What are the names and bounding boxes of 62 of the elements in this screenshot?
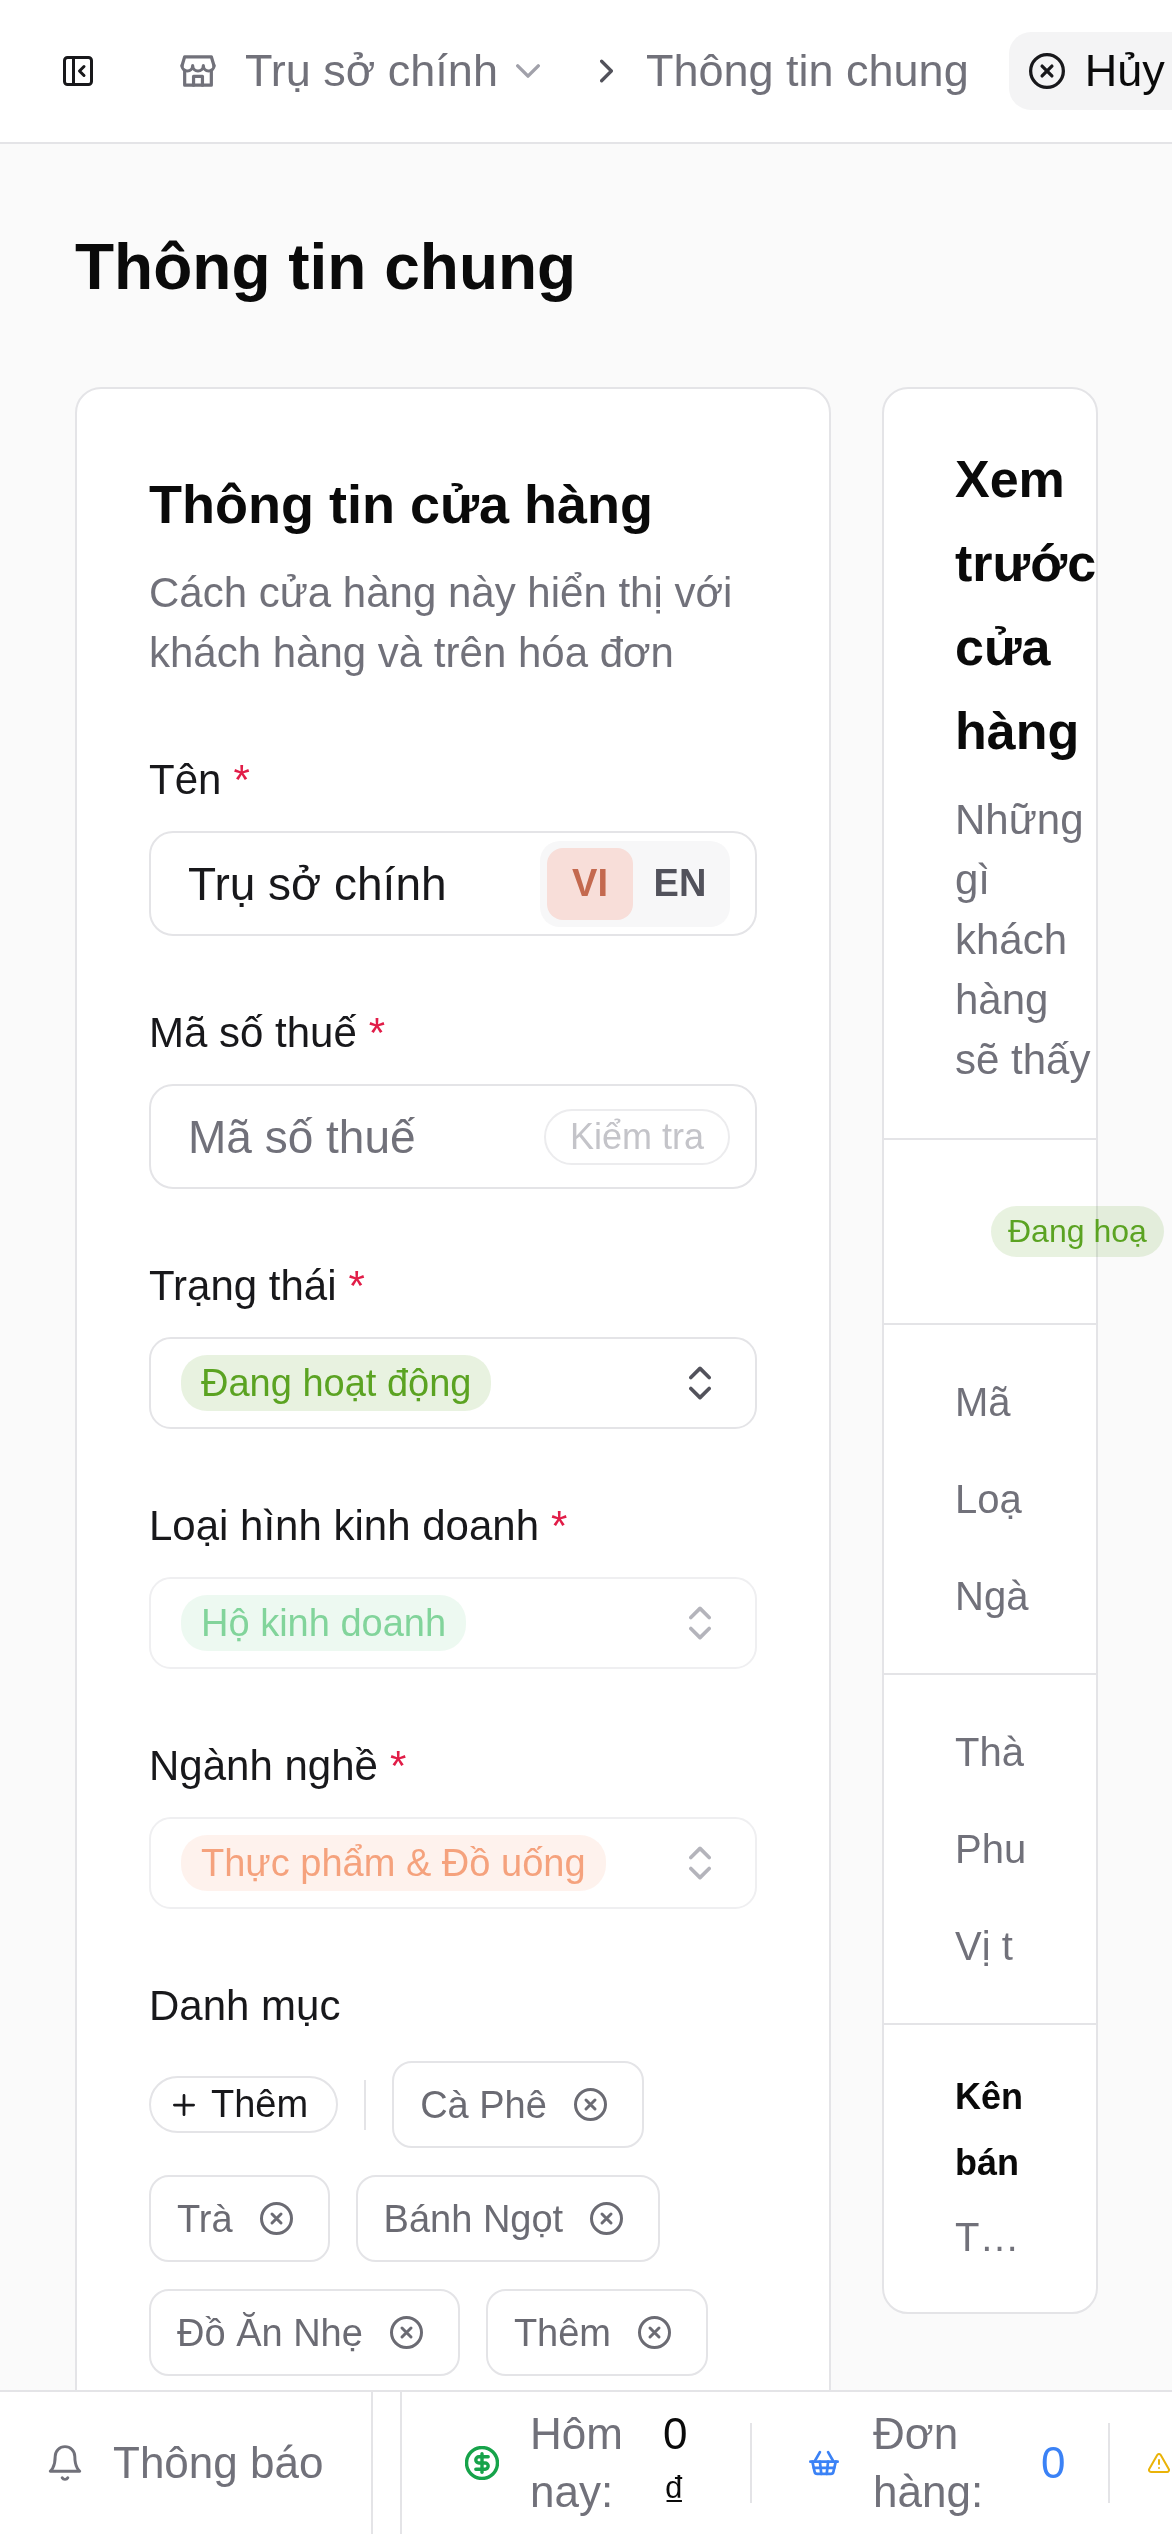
detail-label: Mã bbox=[955, 1379, 1011, 1426]
close-circle-icon[interactable] bbox=[389, 2316, 423, 2349]
field-label: Trạng thái bbox=[149, 1261, 337, 1311]
value-tag: Thực phẩm & Đồ uống bbox=[181, 1835, 606, 1891]
field-label: Loại hình kinh doanh bbox=[149, 1501, 539, 1551]
stat-label: Hôm nay: bbox=[530, 2408, 624, 2518]
detail-label: Ngà bbox=[955, 1573, 1029, 1620]
bell-icon bbox=[48, 2445, 82, 2481]
close-circle-icon[interactable] bbox=[573, 2088, 607, 2121]
required-asterisk: * bbox=[368, 1008, 386, 1058]
detail-label: Thà bbox=[955, 1729, 1024, 1776]
section-heading: Kên bán bbox=[955, 2075, 1024, 2185]
category-name: Bánh Ngọt bbox=[383, 2196, 564, 2242]
detail-value: T… bbox=[955, 2214, 1020, 2261]
preview-subtitle: Những gì khách hàng sẽ thấy bbox=[955, 795, 1092, 1085]
cancel-button[interactable]: Hủy bbox=[1008, 32, 1172, 110]
detail-label: Phu bbox=[955, 1826, 1027, 1873]
close-circle-icon[interactable] bbox=[590, 2202, 624, 2235]
category-name: Đồ Ăn Nhẹ bbox=[177, 2310, 363, 2356]
detail-label: Loạ bbox=[955, 1476, 1022, 1523]
card-subtitle: Cách cửa hàng này hiển thị với khách hàng và trên hóa đơn bbox=[149, 568, 734, 678]
language-tab[interactable]: EN bbox=[637, 847, 723, 920]
chevron-up-down-icon bbox=[689, 1845, 711, 1881]
required-asterisk: * bbox=[348, 1261, 365, 1311]
field-label: Mã số thuế bbox=[149, 1008, 357, 1058]
value-tag: Hộ kinh doanh bbox=[181, 1595, 467, 1651]
close-circle-icon[interactable] bbox=[638, 2316, 672, 2349]
warning-icon bbox=[1148, 2453, 1170, 2473]
select-field[interactable]: Đang hoạt động bbox=[149, 1337, 757, 1429]
preview-title: Xem trước cửa hàng bbox=[955, 449, 1096, 762]
required-asterisk: * bbox=[233, 755, 250, 805]
status-tag: Đang hoạ bbox=[991, 1206, 1164, 1257]
field-label: Ngành nghề bbox=[149, 1741, 378, 1791]
plus-icon bbox=[173, 2093, 195, 2116]
sidebar-toggle-button[interactable] bbox=[63, 56, 93, 86]
basket-icon bbox=[809, 2450, 839, 2476]
storefront-icon bbox=[180, 55, 216, 87]
chevron-right-icon bbox=[599, 59, 613, 83]
close-circle-icon[interactable] bbox=[259, 2202, 293, 2235]
required-asterisk: * bbox=[551, 1501, 568, 1551]
chevron-down-icon bbox=[515, 64, 540, 78]
close-circle-icon bbox=[1028, 53, 1065, 89]
breadcrumb-current: Thông tin chung bbox=[645, 44, 969, 98]
required-asterisk: * bbox=[389, 1741, 407, 1791]
category-name: Thêm bbox=[513, 2310, 612, 2356]
language-tab[interactable]: VI bbox=[547, 847, 633, 920]
add-category-button[interactable]: Thêm bbox=[149, 2076, 339, 2133]
category-name: Cà Phê bbox=[420, 2082, 547, 2128]
chevron-up-down-icon bbox=[689, 1605, 711, 1641]
detail-label: Vị t bbox=[955, 1923, 1013, 1970]
stat-value: 0 ₫ bbox=[663, 2408, 689, 2518]
stat-value: 0 bbox=[1041, 2437, 1067, 2489]
category-name: Trà bbox=[177, 2196, 233, 2242]
field-label: Danh mục bbox=[149, 1981, 341, 2031]
page-title: Thông tin chung bbox=[75, 230, 577, 305]
value-tag: Đang hoạt động bbox=[181, 1355, 492, 1411]
card-title: Thông tin cửa hàng bbox=[149, 473, 654, 536]
stat-label: Đơn hàng: bbox=[873, 2408, 985, 2518]
store-switcher[interactable]: Trụ sở chính bbox=[180, 44, 540, 98]
field-label: Tên bbox=[149, 755, 222, 805]
panel-left-icon bbox=[63, 56, 93, 86]
chevron-up-down-icon bbox=[689, 1365, 711, 1401]
